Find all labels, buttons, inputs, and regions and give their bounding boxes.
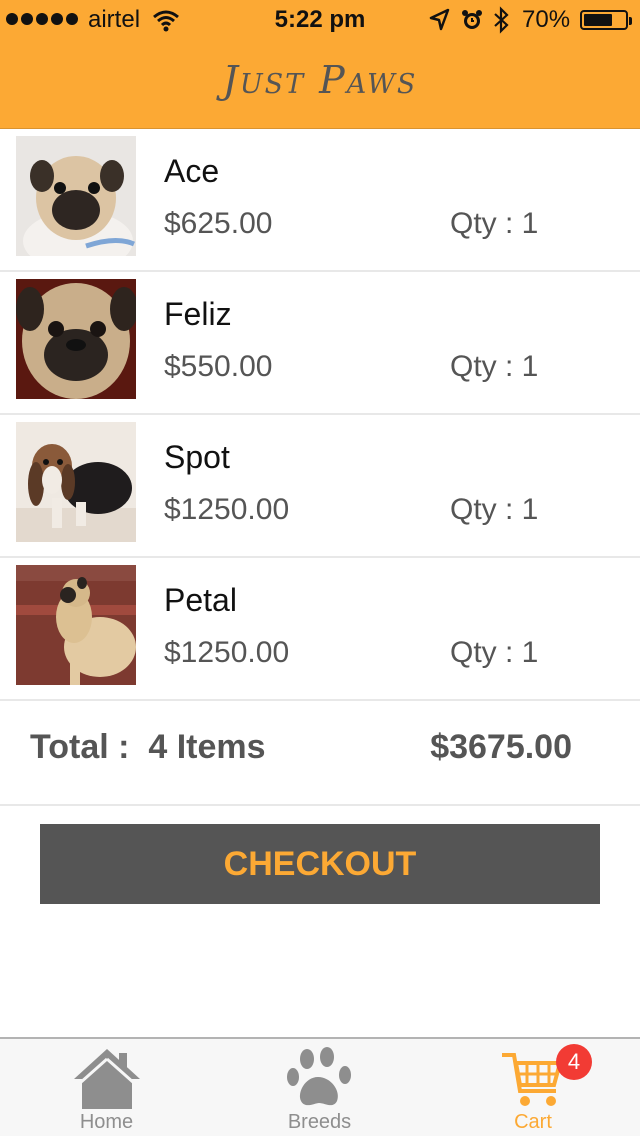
item-price: $625.00 (164, 207, 273, 240)
item-quantity: Qty : 1 (450, 350, 539, 383)
tab-breeds[interactable]: Breeds (213, 1039, 426, 1136)
pug-face-photo (16, 279, 136, 399)
item-price: $550.00 (164, 350, 273, 383)
item-price: $1250.00 (164, 493, 290, 526)
pug-puppy-photo (16, 136, 136, 256)
app-logo: Just Paws (222, 58, 418, 102)
item-quantity: Qty : 1 (450, 207, 539, 240)
battery-icon (580, 10, 632, 30)
item-name: Petal (164, 582, 237, 618)
battery-percent: 70% (522, 6, 571, 33)
tab-cart[interactable]: Cart (426, 1039, 640, 1136)
tab-label: Home (79, 1111, 134, 1133)
paw-icon (213, 1045, 426, 1111)
cart-item[interactable]: Spot $1250.00 Qty : 1 (0, 415, 640, 558)
checkout-button[interactable]: CHECKOUT (40, 824, 600, 904)
cart-count-badge: 4 (556, 1044, 592, 1080)
alarm-clock-icon (460, 8, 484, 39)
bluetooth-icon (492, 6, 510, 41)
cart-item[interactable]: Feliz $550.00 Qty : 1 (0, 272, 640, 415)
item-quantity: Qty : 1 (450, 636, 539, 669)
item-name: Spot (164, 439, 230, 475)
item-name: Feliz (164, 296, 232, 332)
item-quantity: Qty : 1 (450, 493, 539, 526)
home-icon (0, 1045, 213, 1111)
item-name: Ace (164, 153, 220, 189)
tab-label: Cart (514, 1111, 552, 1133)
total-amount: $3675.00 (430, 728, 572, 766)
cart-item[interactable]: Petal $1250.00 Qty : 1 (0, 558, 640, 701)
cart-item-list: Ace $625.00 Qty : 1 Feliz $550.00 Qty : … (0, 129, 640, 701)
battery-level (584, 14, 612, 26)
cart-total-row: Total : 4 Items $3675.00 (0, 694, 640, 806)
item-price: $1250.00 (164, 636, 290, 669)
cart-icon (426, 1045, 640, 1111)
pug-side-photo (16, 565, 136, 685)
total-items-label: Total : 4 Items (30, 728, 266, 766)
cart-item[interactable]: Ace $625.00 Qty : 1 (0, 129, 640, 272)
status-bar: airtel 5:22 pm 70% (0, 0, 640, 40)
app-header: airtel 5:22 pm 70% Just Paws (0, 0, 640, 129)
tab-label: Breeds (287, 1111, 352, 1133)
location-arrow-icon (428, 8, 450, 39)
tab-home[interactable]: Home (0, 1039, 213, 1136)
basset-hound-puppy-photo (16, 422, 136, 542)
tab-bar: Home Breeds Cart (0, 1037, 640, 1136)
